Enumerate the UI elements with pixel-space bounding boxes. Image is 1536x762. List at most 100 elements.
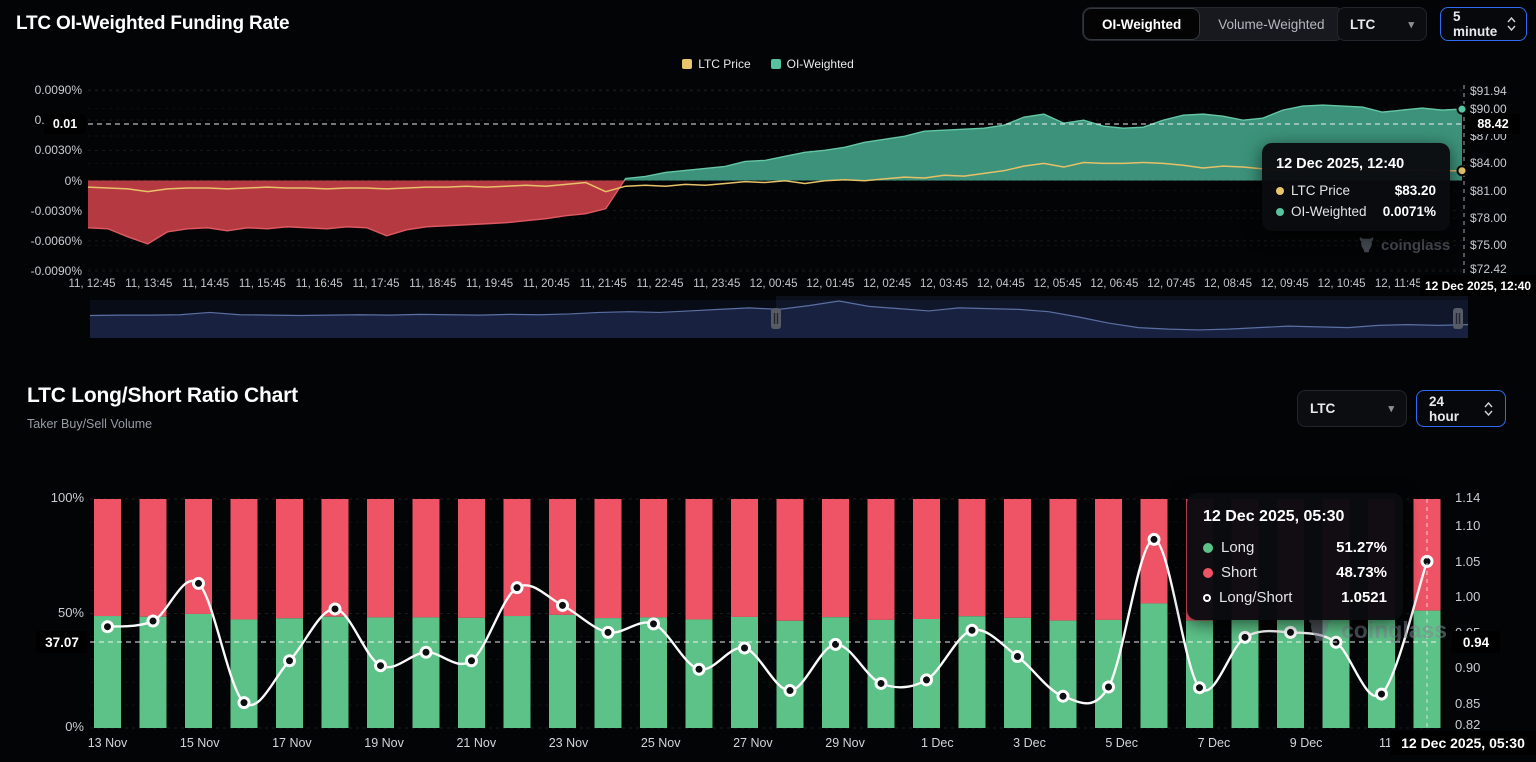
navigator-handle-right[interactable] (1453, 308, 1463, 329)
ratio-marker[interactable] (603, 627, 613, 637)
short-bar[interactable] (231, 499, 258, 619)
ratio-marker[interactable] (649, 619, 659, 629)
short-bar[interactable] (640, 499, 667, 617)
ratio-interval-select[interactable]: 24 hour (1416, 390, 1506, 427)
long-bar[interactable] (731, 617, 758, 728)
short-bar[interactable] (276, 499, 303, 618)
short-bar[interactable] (458, 499, 485, 618)
ratio-left-tick: 0% (0, 719, 84, 735)
funding-symbol-value: LTC (1350, 17, 1375, 32)
ratio-marker[interactable] (831, 639, 841, 649)
tab-volume-weighted[interactable]: Volume-Weighted (1200, 8, 1342, 40)
short-bar[interactable] (1050, 499, 1077, 621)
funding-right-tick: $81.00 (1470, 183, 1532, 199)
long-bar[interactable] (822, 617, 849, 728)
long-bar[interactable] (458, 618, 485, 728)
ratio-marker[interactable] (785, 686, 795, 696)
short-bar[interactable] (367, 499, 394, 617)
short-bar[interactable] (140, 499, 167, 617)
long-bar[interactable] (868, 620, 895, 728)
ratio-marker[interactable] (1240, 632, 1250, 642)
ltc-price-swatch (682, 59, 692, 69)
ratio-symbol-select[interactable]: LTC ▾ (1297, 390, 1407, 427)
ratio-marker[interactable] (239, 698, 249, 708)
short-bar[interactable] (1095, 499, 1122, 620)
legend-item-ltc-price[interactable]: LTC Price (682, 57, 750, 71)
long-bar[interactable] (504, 616, 531, 728)
ratio-marker[interactable] (1286, 627, 1296, 637)
ratio-marker[interactable] (148, 616, 158, 626)
ratio-x-tick: 9 Dec (1266, 736, 1346, 750)
chevron-down-icon: ▾ (1408, 18, 1414, 31)
funding-legend: LTC Price OI-Weighted (0, 57, 1536, 71)
short-bar[interactable] (413, 499, 440, 617)
ratio-marker[interactable] (103, 622, 113, 632)
legend-item-oi-weighted[interactable]: OI-Weighted (771, 57, 854, 71)
ratio-marker[interactable] (694, 664, 704, 674)
funding-interval-value: 5 minute (1453, 9, 1497, 39)
long-bar[interactable] (231, 619, 258, 728)
ratio-marker[interactable] (285, 656, 295, 666)
short-bar[interactable] (913, 499, 940, 619)
coinglass-watermark: coinglass (1358, 236, 1450, 255)
weighting-toggle: OI-Weighted Volume-Weighted (1082, 7, 1344, 41)
navigator-handle-left[interactable] (771, 308, 781, 329)
short-bar[interactable] (549, 499, 576, 615)
long-bar[interactable] (1186, 621, 1213, 728)
short-bar[interactable] (868, 499, 895, 620)
tooltip-row: Short 48.73% (1203, 564, 1387, 581)
long-bar[interactable] (322, 617, 349, 728)
short-bar[interactable] (731, 499, 758, 617)
ratio-marker[interactable] (467, 656, 477, 666)
ratio-marker[interactable] (1149, 534, 1159, 544)
ratio-marker[interactable] (421, 647, 431, 657)
ratio-marker[interactable] (1377, 689, 1387, 699)
short-bar[interactable] (822, 499, 849, 617)
long-bar[interactable] (1050, 621, 1077, 728)
funding-interval-select[interactable]: 5 minute (1440, 7, 1527, 41)
short-bar[interactable] (686, 499, 713, 619)
ratio-marker[interactable] (512, 583, 522, 593)
ratio-marker[interactable] (1013, 651, 1023, 661)
short-bar[interactable] (595, 499, 622, 618)
long-bar[interactable] (549, 615, 576, 728)
ratio-marker[interactable] (1195, 683, 1205, 693)
funding-symbol-select[interactable]: LTC ▾ (1337, 7, 1427, 41)
ratio-marker[interactable] (376, 661, 386, 671)
ratio-marker[interactable] (558, 600, 568, 610)
short-bar[interactable] (1004, 499, 1031, 618)
ratio-marker[interactable] (876, 678, 886, 688)
short-bar[interactable] (94, 499, 121, 616)
long-bar[interactable] (1004, 618, 1031, 728)
short-bar[interactable] (777, 499, 804, 621)
ratio-x-tick: 13 Nov (68, 736, 148, 750)
long-bar[interactable] (185, 614, 212, 728)
funding-right-tick: $91.94 (1470, 83, 1532, 99)
long-bar[interactable] (777, 621, 804, 728)
ratio-marker[interactable] (922, 675, 932, 685)
long-bar[interactable] (1095, 620, 1122, 728)
tab-oi-weighted[interactable]: OI-Weighted (1083, 8, 1200, 40)
ratio-marker[interactable] (194, 578, 204, 588)
ratio-x-tick: 23 Nov (529, 736, 609, 750)
ratio-marker[interactable] (967, 625, 977, 635)
short-bar[interactable] (959, 499, 986, 616)
ratio-x-tick: 27 Nov (713, 736, 793, 750)
ratio-marker[interactable] (330, 604, 340, 614)
long-bar[interactable] (1141, 603, 1168, 728)
long-bar[interactable] (413, 617, 440, 728)
charts-canvas[interactable] (0, 0, 1536, 762)
funding-crosshair-left-value: 0.01 (44, 114, 86, 134)
short-bar[interactable] (322, 499, 349, 617)
up-down-spinner-icon (1507, 17, 1516, 31)
short-bar[interactable] (185, 499, 212, 614)
long-bar[interactable] (367, 617, 394, 728)
ratio-marker[interactable] (1058, 691, 1068, 701)
ratio-marker[interactable] (1104, 682, 1114, 692)
funding-right-tick: $78.00 (1470, 210, 1532, 226)
long-bar[interactable] (640, 617, 667, 728)
ratio-x-tick: 7 Dec (1174, 736, 1254, 750)
ratio-marker[interactable] (740, 643, 750, 653)
tooltip-row: LTC Price $83.20 (1276, 183, 1436, 198)
long-bar[interactable] (140, 617, 167, 728)
